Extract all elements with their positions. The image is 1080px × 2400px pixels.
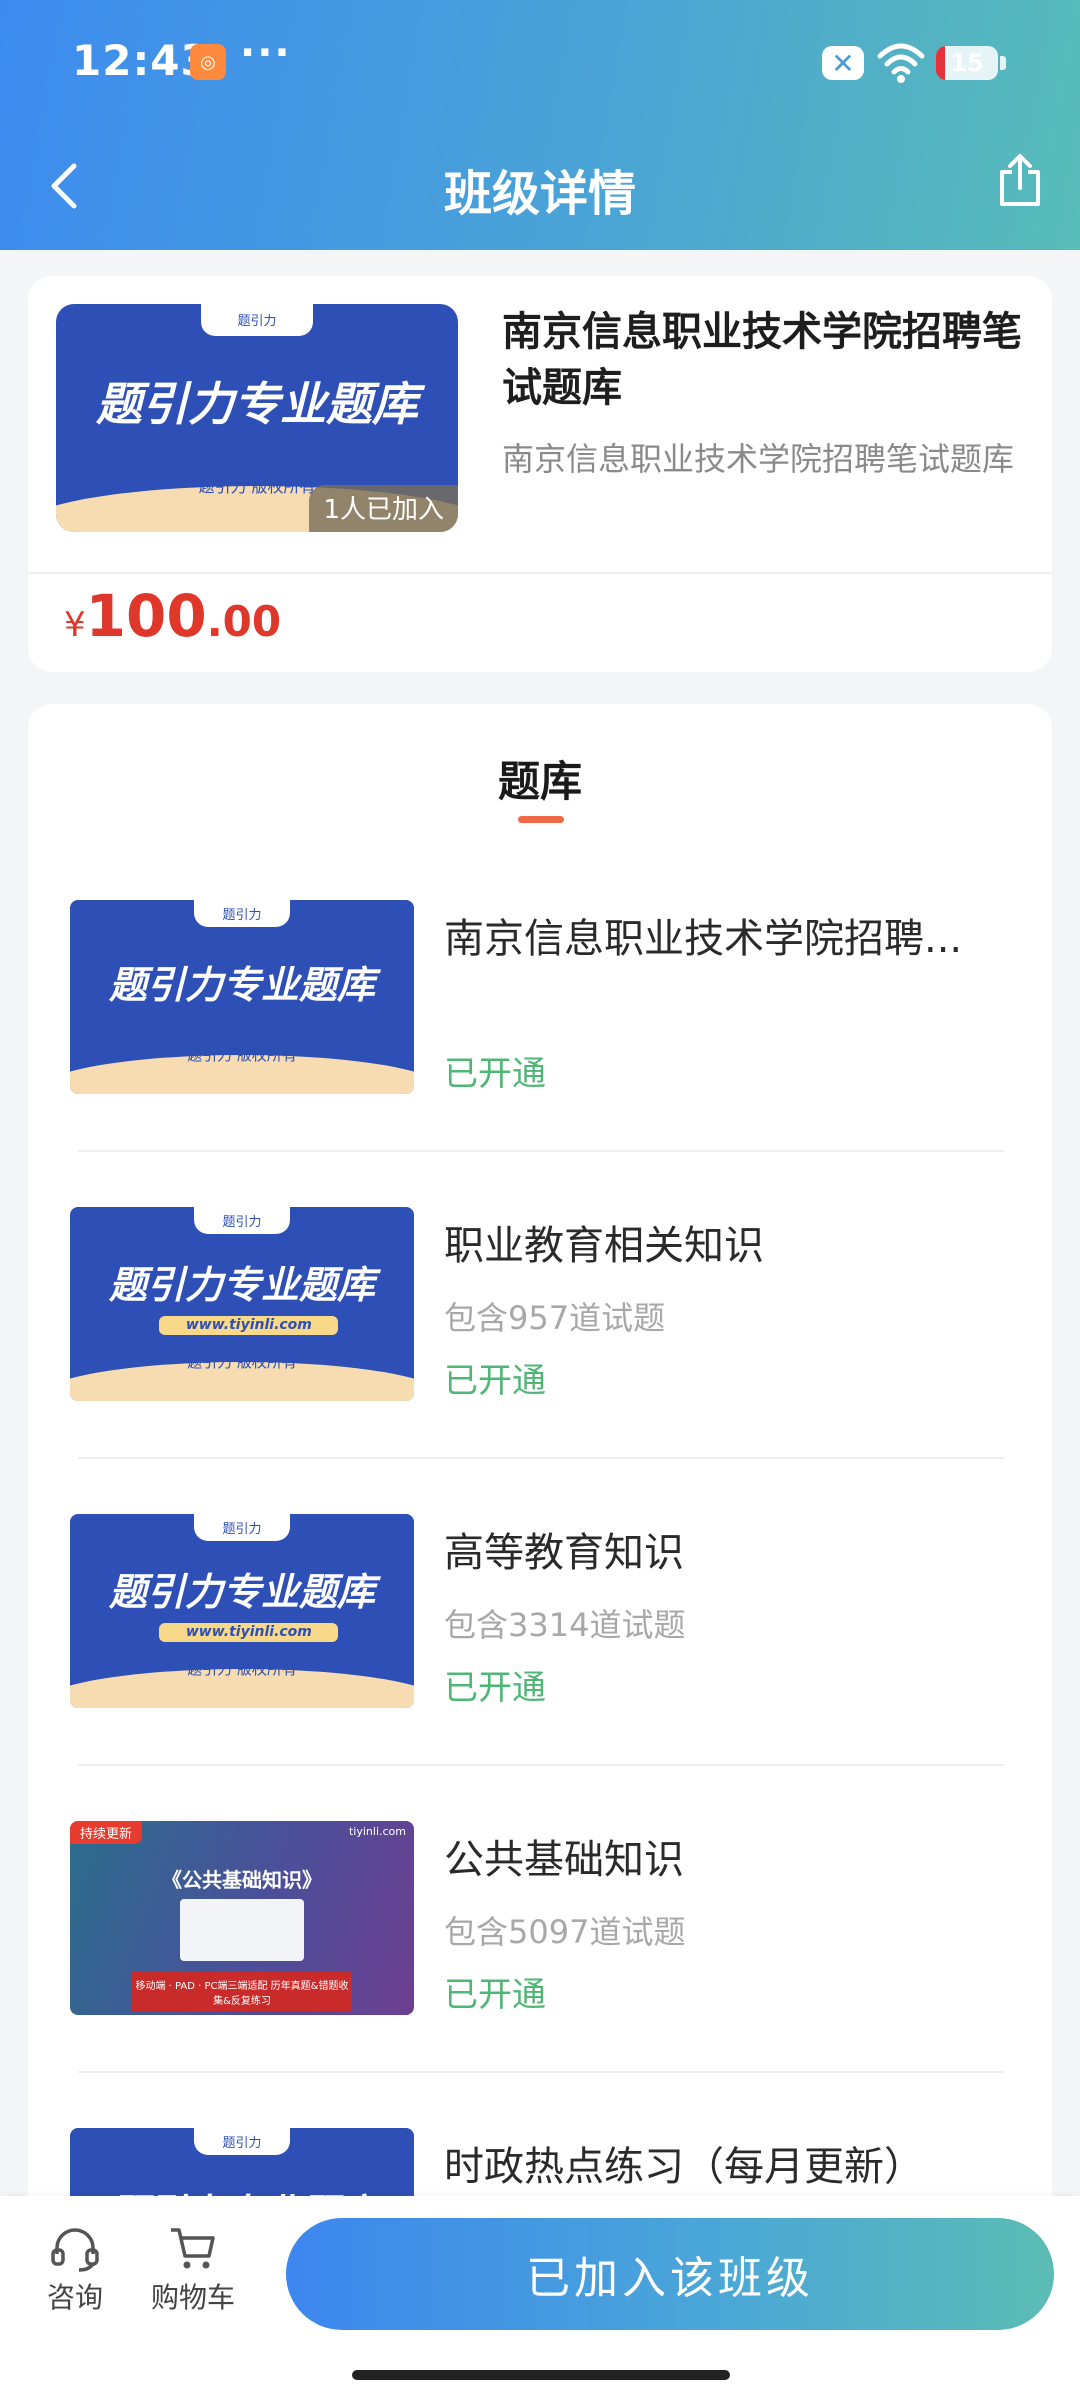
bank-item-title: 公共基础知识 [444, 1837, 684, 1883]
cart-icon [171, 2228, 215, 2269]
cover-url: www.tiyinli.com [159, 1622, 339, 1643]
bank-item-title: 时政热点练习（每月更新） [444, 2144, 924, 2190]
cover-title: 《公共基础知识》 [162, 1867, 322, 1892]
course-title: 南京信息职业技术学院招聘笔试题库 [502, 309, 1022, 411]
cover-tag: 持续更新 [70, 1821, 143, 1844]
header: 12:43 ◎ ··· ✕ 15 班级详情 [0, 0, 1080, 250]
bank-item[interactable]: 题引力 题引力专业题库 题引力 版权所有 南京信息职业技术学院招聘... 已开通 [28, 900, 1052, 1207]
consult-label: 咨询 [46, 2281, 103, 2314]
bank-item[interactable]: 题引力 题引力专业题库 www.tiyinli.com 题引力 版权所有 高等教… [28, 1514, 1052, 1821]
course-cover-image: 题引力 题引力专业题库 题引力 版权所有 1人已加入 [56, 304, 458, 532]
section-title[interactable]: 题库 [28, 748, 1052, 809]
divider [28, 572, 1052, 574]
bank-item-status: 已开通 [444, 1668, 546, 1708]
bank-item[interactable]: 持续更新 tiyinli.com 《公共基础知识》 移动端 · PAD · PC… [28, 1821, 1052, 2128]
page-title: 班级详情 [443, 166, 636, 222]
course-card: 题引力 题引力专业题库 题引力 版权所有 1人已加入 南京信息职业技术学院招聘笔… [28, 276, 1052, 672]
cover-headline: 题引力专业题库 [108, 1569, 375, 1614]
cart-label: 购物车 [150, 2281, 235, 2314]
cover-brand: 题引力 [200, 304, 314, 336]
tab-indicator [518, 816, 564, 823]
member-count-badge: 1人已加入 [309, 485, 458, 532]
bank-item-status: 已开通 [444, 1361, 546, 1401]
question-bank-section: 题库 题引力 题引力专业题库 题引力 版权所有 南京信息职业技术学院招聘... … [28, 704, 1052, 2322]
bank-item-title: 职业教育相关知识 [444, 1223, 764, 1269]
bank-item-count: 包含3314道试题 [444, 1606, 686, 1644]
cart-button[interactable]: 购物车 [138, 2224, 248, 2316]
price-currency: ¥ [64, 605, 86, 645]
join-class-button[interactable]: 已加入该班级 [286, 2218, 1054, 2330]
cover-headline: 题引力专业题库 [96, 376, 418, 431]
cover-subtitle: 题引力 版权所有 [187, 1352, 297, 1371]
close-x-icon: ✕ [822, 46, 864, 80]
headset-icon [51, 2228, 99, 2272]
battery-cap [1000, 56, 1006, 70]
battery-icon: 15 [936, 46, 998, 80]
bank-cover-image: 题引力 题引力专业题库 www.tiyinli.com 题引力 版权所有 [70, 1514, 414, 1708]
consult-button[interactable]: 咨询 [20, 2224, 130, 2316]
bank-item-count: 包含957道试题 [444, 1299, 666, 1337]
device-mockup [180, 1898, 304, 1961]
price-integer: 100 [85, 582, 207, 650]
battery-percent: 15 [950, 49, 984, 77]
divider [78, 1764, 1004, 1766]
share-icon[interactable] [996, 152, 1044, 208]
divider [78, 2071, 1004, 2073]
nav-bar: 班级详情 [0, 140, 1080, 230]
cover-subtitle: 题引力 版权所有 [187, 1659, 297, 1678]
course-description: 南京信息职业技术学院招聘笔试题库 [502, 440, 1015, 478]
app-notification-icon: ◎ [190, 44, 226, 80]
divider [78, 1150, 1004, 1152]
cover-url: www.tiyinli.com [159, 1315, 339, 1336]
bank-item-count: 包含5097道试题 [444, 1913, 686, 1951]
home-indicator[interactable] [352, 2370, 730, 2380]
cover-subtitle: 题引力 版权所有 [187, 1045, 297, 1064]
cover-banner: 移动端 · PAD · PC端三端适配 历年真题&错题收集&反复练习 [131, 1972, 353, 2012]
bank-item-title: 南京信息职业技术学院招聘... [444, 916, 963, 962]
bank-cover-image: 题引力 题引力专业题库 www.tiyinli.com 题引力 版权所有 [70, 1207, 414, 1401]
cover-brand: 题引力 [193, 900, 291, 928]
bank-cover-image: 题引力 题引力专业题库 题引力 版权所有 [70, 900, 414, 1094]
cover-logo: tiyinli.com [348, 1825, 406, 1838]
bank-item[interactable]: 题引力 题引力专业题库 www.tiyinli.com 题引力 版权所有 职业教… [28, 1207, 1052, 1514]
cover-brand: 题引力 [193, 1514, 291, 1542]
bank-item-title: 高等教育知识 [444, 1530, 684, 1576]
more-notifications-icon: ··· [240, 30, 292, 76]
status-bar: 12:43 ◎ ··· ✕ 15 [0, 0, 1080, 120]
price-decimal: .00 [206, 597, 282, 646]
divider [78, 1457, 1004, 1459]
course-price: ¥100.00 [64, 582, 281, 650]
wifi-icon [877, 43, 925, 83]
bank-item-status: 已开通 [444, 1054, 546, 1094]
bank-item-status: 已开通 [444, 1975, 546, 2015]
bank-cover-image: 持续更新 tiyinli.com 《公共基础知识》 移动端 · PAD · PC… [70, 1821, 414, 2015]
cover-brand: 题引力 [193, 1207, 291, 1235]
cover-brand: 题引力 [193, 2128, 291, 2156]
cover-headline: 题引力专业题库 [108, 1262, 375, 1307]
cover-headline: 题引力专业题库 [108, 963, 375, 1008]
